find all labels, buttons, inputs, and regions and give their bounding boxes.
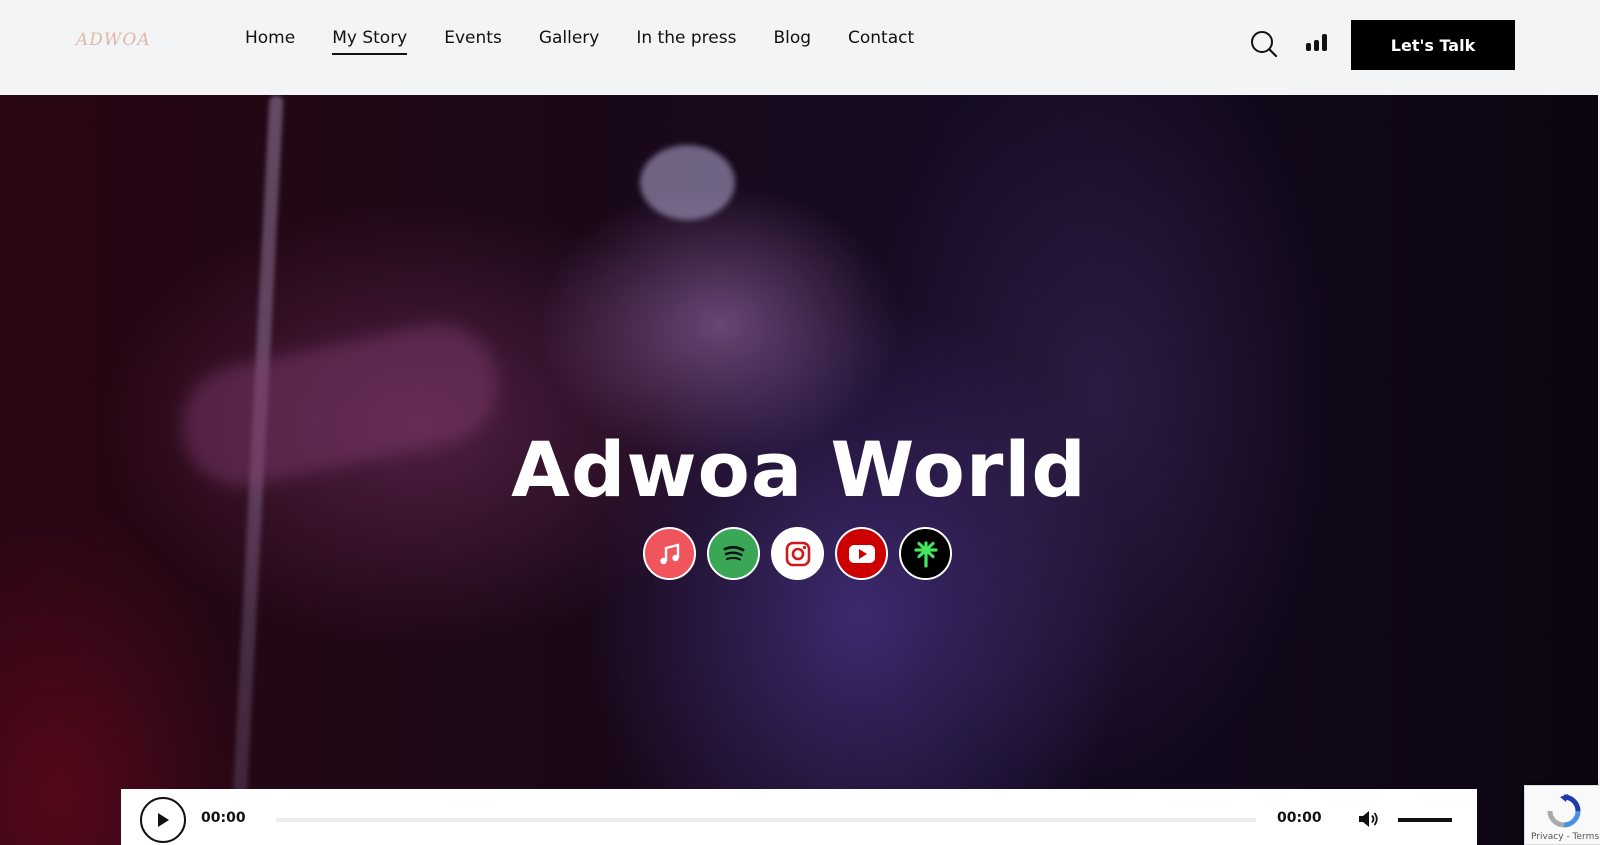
linktree-icon[interactable] [899, 527, 952, 580]
progress-bar[interactable] [276, 818, 1256, 822]
volume-slider[interactable] [1398, 818, 1452, 822]
social-links [643, 527, 952, 580]
hero-background-microphone [640, 145, 735, 220]
nav-item-home[interactable]: Home [245, 28, 295, 55]
lets-talk-button[interactable]: Let's Talk [1351, 20, 1515, 70]
nav-item-gallery[interactable]: Gallery [539, 28, 600, 55]
nav-item-my-story[interactable]: My Story [332, 28, 408, 55]
nav-item-in-the-press[interactable]: In the press [636, 28, 736, 55]
search-icon[interactable] [1250, 30, 1278, 58]
main-nav: Home My Story Events Gallery In the pres… [245, 28, 951, 55]
spotify-icon[interactable] [707, 527, 760, 580]
instagram-icon[interactable] [771, 527, 824, 580]
recaptcha-badge[interactable]: Privacy - Terms [1524, 785, 1600, 845]
play-button[interactable] [140, 797, 186, 843]
hero-title: Adwoa World [511, 425, 1087, 514]
recaptcha-links[interactable]: Privacy - Terms [1531, 832, 1599, 842]
site-logo[interactable]: ADWOA [76, 30, 151, 50]
volume-level [1398, 818, 1452, 822]
youtube-icon[interactable] [835, 527, 888, 580]
apple-music-icon[interactable] [643, 527, 696, 580]
hero-section: Adwoa World [0, 95, 1598, 845]
audio-player: 00:00 00:00 [121, 789, 1477, 845]
nav-item-blog[interactable]: Blog [773, 28, 811, 55]
bar-chart-icon[interactable] [1306, 33, 1328, 53]
play-icon [158, 813, 169, 827]
current-time: 00:00 [201, 810, 246, 826]
nav-item-contact[interactable]: Contact [848, 28, 914, 55]
duration-time: 00:00 [1277, 810, 1322, 826]
recaptcha-icon [1547, 794, 1581, 828]
site-header: ADWOA Home My Story Events Gallery In th… [0, 0, 1600, 95]
nav-item-events[interactable]: Events [444, 28, 502, 55]
volume-icon[interactable] [1358, 809, 1380, 829]
